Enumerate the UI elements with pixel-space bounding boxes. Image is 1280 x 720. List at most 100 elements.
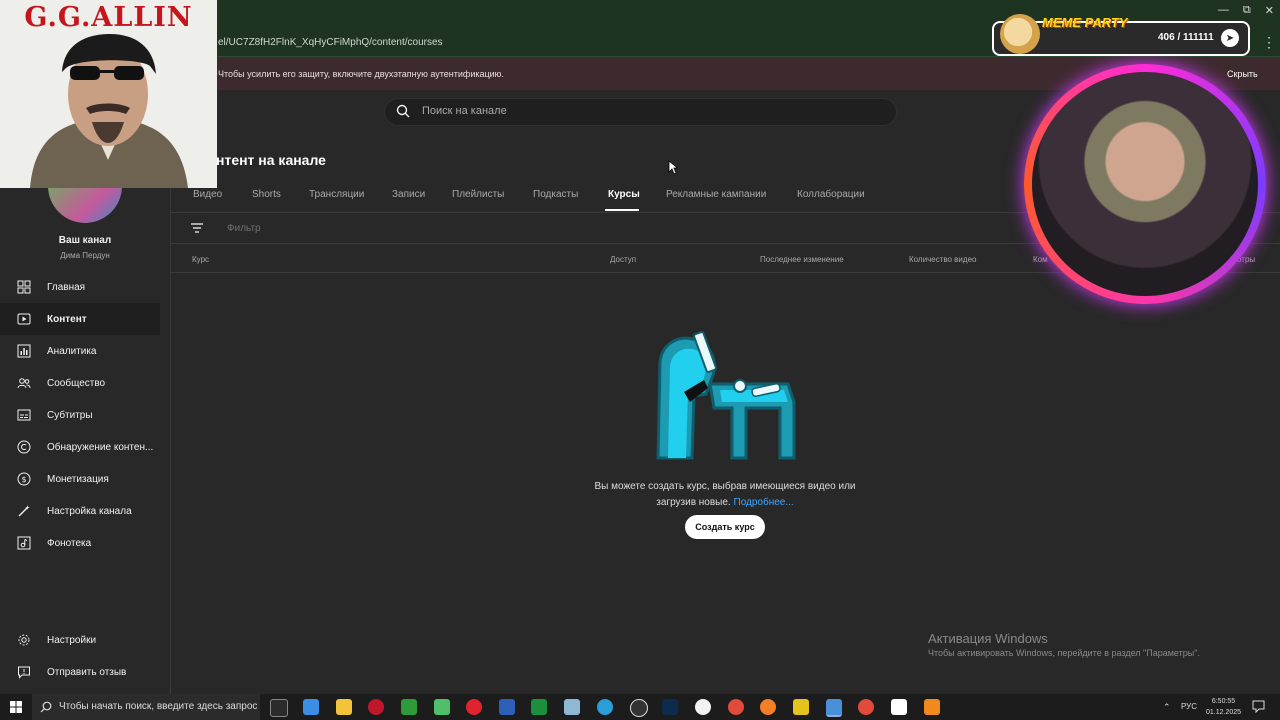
svg-text:$: $ <box>21 475 26 484</box>
browser-menu-icon[interactable]: ⋮ <box>1262 34 1276 51</box>
gear-icon <box>17 633 31 647</box>
sidebar-item-community[interactable]: Сообщество <box>0 367 160 399</box>
app-icon-adobe[interactable] <box>401 699 417 715</box>
page-title: нтент на канале <box>216 152 326 168</box>
meme-party-title: MEME PARTY <box>1042 15 1128 30</box>
webcam-feed <box>1032 72 1258 296</box>
sidebar-item-label: Монетизация <box>47 473 109 485</box>
tab-promotions[interactable]: Рекламные кампании <box>666 189 766 200</box>
minimize-icon[interactable]: — <box>1218 4 1229 17</box>
search-placeholder: Поиск на канале <box>422 105 507 117</box>
sidebar-item-feedback[interactable]: Отправить отзыв <box>0 656 160 688</box>
clock-time: 6:50:55 <box>1211 698 1236 705</box>
sidebar-item-label: Сообщество <box>47 377 106 389</box>
yandex-browser-icon[interactable] <box>695 699 711 715</box>
column-header-last-modified[interactable]: Последнее изменение <box>760 255 844 264</box>
alert-hide-button[interactable]: Скрыть <box>1227 69 1258 79</box>
column-header-video-count[interactable]: Количество видео <box>909 255 976 264</box>
photoshop-icon[interactable] <box>662 699 678 715</box>
chrome-active-icon[interactable] <box>826 699 842 717</box>
dashboard-icon <box>17 280 31 294</box>
sidebar-item-label: Обнаружение контен... <box>47 441 154 453</box>
windows-activation-title: Активация Windows <box>928 631 1048 646</box>
maximize-icon[interactable]: ⧉ <box>1243 4 1251 17</box>
sidebar-item-content-detection[interactable]: Обнаружение контен... <box>0 431 160 463</box>
doge-icon <box>1000 14 1040 54</box>
word-icon[interactable] <box>499 699 515 715</box>
app-icon-yellow[interactable] <box>793 699 809 715</box>
obs-icon[interactable] <box>630 699 648 717</box>
copyright-icon <box>17 440 31 454</box>
sidebar-item-label: Контент <box>47 313 87 325</box>
create-course-button[interactable]: Создать курс <box>685 515 765 539</box>
sidebar-item-label: Отправить отзыв <box>47 666 127 678</box>
dollar-icon: $ <box>17 472 31 486</box>
overlay-title: G.G.ALLIN <box>24 2 193 33</box>
sidebar-item-customization[interactable]: Настройка канала <box>0 495 160 527</box>
empty-state-message: Вы можете создать курс, выбрав имеющиеся… <box>594 481 856 508</box>
filter-icon[interactable] <box>190 222 204 234</box>
column-header-comments[interactable]: Ком <box>1033 255 1048 264</box>
clock-date: 01.12.2025 <box>1206 709 1242 716</box>
tab-courses[interactable]: Курсы <box>608 189 640 200</box>
sidebar-item-settings[interactable]: Настройки <box>0 624 160 656</box>
windows-start-icon[interactable] <box>10 701 22 713</box>
content-icon <box>17 312 31 326</box>
channel-handle: Дима Пердун <box>60 251 110 260</box>
tab-playlists[interactable]: Плейлисты <box>452 189 504 200</box>
tab-videos[interactable]: Видео <box>193 189 222 200</box>
sidebar-item-subtitles[interactable]: Субтитры <box>0 399 160 431</box>
language-indicator[interactable]: РУС <box>1181 702 1197 711</box>
close-icon[interactable]: ✕ <box>1265 4 1274 17</box>
channel-name: Ваш канал <box>58 235 112 246</box>
app-icon-play[interactable] <box>531 699 547 715</box>
empty-state-text: Вы можете создать курс, выбрав имеющиеся… <box>582 479 868 511</box>
sidebar-item-audio-library[interactable]: Фонотека <box>0 527 160 559</box>
capcut-icon[interactable] <box>891 699 907 715</box>
telegram-icon[interactable] <box>597 699 613 715</box>
rocket-icon: ➤ <box>1221 29 1239 47</box>
file-explorer-icon[interactable] <box>336 699 352 715</box>
sidebar-item-monetization[interactable]: $ Монетизация <box>0 463 160 495</box>
tab-podcasts[interactable]: Подкасты <box>533 189 578 200</box>
chrome-icon[interactable] <box>728 699 744 715</box>
filter-input[interactable]: Фильтр <box>227 223 261 234</box>
sidebar-item-label: Настройки <box>47 634 97 646</box>
meme-party-counter: 406 / 111111 <box>1158 32 1214 43</box>
subtitles-icon <box>17 408 31 422</box>
sidebar-item-label: Фонотека <box>47 537 92 549</box>
app-icon-record[interactable] <box>368 699 384 715</box>
clock[interactable]: 6:50:55 01.12.2025 <box>1206 696 1241 718</box>
chrome-2-icon[interactable] <box>858 699 874 715</box>
magic-wand-icon <box>17 504 31 518</box>
windows-activation-subtitle: Чтобы активировать Windows, перейдите в … <box>928 648 1200 658</box>
feedback-icon <box>17 665 31 679</box>
tab-collaborations[interactable]: Коллаборации <box>797 189 865 200</box>
sidebar-item-content[interactable]: Контент <box>0 303 160 335</box>
task-view-icon[interactable] <box>270 699 288 717</box>
vlc-icon[interactable] <box>924 699 940 715</box>
notification-icon[interactable] <box>1252 700 1265 713</box>
url-text[interactable]: el/UC7Z8fH2FlnK_XqHyCFiMphQ/content/cour… <box>218 37 443 48</box>
search-icon <box>40 701 52 713</box>
firefox-icon[interactable] <box>760 699 776 715</box>
app-icon-green[interactable] <box>434 699 450 715</box>
search-icon <box>396 104 410 118</box>
app-icon-monitor[interactable] <box>303 699 319 715</box>
tab-shorts[interactable]: Shorts <box>252 189 281 200</box>
column-header-access[interactable]: Доступ <box>610 255 636 264</box>
taskbar-search-placeholder: Чтобы начать поиск, введите здесь запрос <box>59 701 258 712</box>
column-header-course[interactable]: Курс <box>192 255 209 264</box>
tab-live[interactable]: Трансляции <box>309 189 364 200</box>
community-icon <box>17 376 31 390</box>
audio-library-icon <box>17 536 31 550</box>
learn-more-link[interactable]: Подробнее... <box>734 497 794 508</box>
opera-icon[interactable] <box>466 699 482 715</box>
sidebar-item-label: Настройка канала <box>47 505 132 517</box>
app-icon-notes[interactable] <box>564 699 580 715</box>
window-controls: — ⧉ ✕ <box>1218 4 1274 17</box>
sidebar-item-dashboard[interactable]: Главная <box>0 271 160 303</box>
sidebar-item-analytics[interactable]: Аналитика <box>0 335 160 367</box>
tray-chevron-icon[interactable]: ⌃ <box>1163 702 1171 713</box>
tab-recordings[interactable]: Записи <box>392 189 425 200</box>
